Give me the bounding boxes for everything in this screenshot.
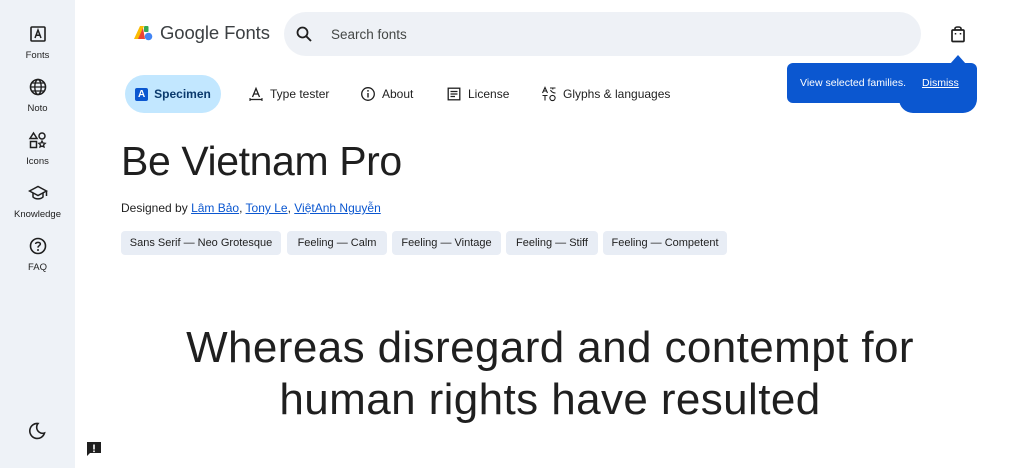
tab-label: Specimen [154,87,211,101]
translate-glyph-icon [541,86,556,102]
designed-by-label: Designed by [121,201,188,215]
nav-item-knowledge[interactable]: Knowledge [0,183,75,220]
tab-glyphs-languages[interactable]: Glyphs & languages [541,75,670,113]
nav-item-faq[interactable]: FAQ [0,236,75,273]
globe-icon [29,78,46,96]
nav-item-fonts[interactable]: Fonts [0,24,75,61]
shopping-bag-icon[interactable] [948,24,968,44]
tab-label: About [382,87,414,101]
font-a-icon: A [135,87,149,101]
feedback-icon[interactable] [85,440,103,458]
tab-specimen[interactable]: A Specimen [125,75,221,113]
tab-about[interactable]: About [360,75,413,113]
toast-message: View selected families. [800,77,907,89]
nav-item-label: Fonts [25,50,50,61]
tag-chip[interactable]: Feeling — Vintage [392,231,501,255]
font-family-title: Be Vietnam Pro [121,138,402,184]
tab-type-tester[interactable]: Type tester [248,75,329,113]
tab-license[interactable]: License [446,75,509,113]
designer-link[interactable]: Lâm Bảo [191,201,239,215]
type-tester-icon [249,86,263,101]
tab-label: Glyphs & languages [563,87,671,101]
dismiss-link[interactable]: Dismiss [922,77,959,89]
search-placeholder: Search fonts [331,26,407,42]
tag-chip[interactable]: Feeling — Calm [287,231,387,255]
tab-label: License [468,87,510,101]
logo-text: Google Fonts [160,22,270,43]
tag-chip[interactable]: Sans Serif — Neo Grotesque [121,231,281,255]
designer-link[interactable]: Tony Le [246,201,288,215]
specimen-preview-text[interactable]: Whereas disregard and contempt for human… [121,322,979,426]
designer-link[interactable]: ViệtAnh Nguyễn [294,201,381,215]
info-icon [361,87,375,101]
shapes-icon [28,131,47,149]
search-icon [296,26,312,42]
google-fonts-logo[interactable]: Google Fonts [132,22,270,44]
dark-mode-icon[interactable] [27,421,47,441]
nav-item-icons[interactable]: Icons [0,130,75,167]
designer-credits: Designed by Lâm Bảo, Tony Le, ViệtAnh Ng… [121,201,381,215]
google-fonts-logo-icon [134,26,153,41]
specimen-line: Whereas disregard and contempt for [186,323,914,372]
nav-item-label: Noto [27,103,48,114]
search-input[interactable]: Search fonts [284,12,921,56]
tag-chip[interactable]: Feeling — Competent [603,231,727,255]
side-nav-rail: Fonts Noto Icons Knowledge FAQ [0,0,75,468]
nav-item-noto[interactable]: Noto [0,77,75,114]
article-icon [447,87,461,101]
specimen-line: human rights have resulted [279,375,821,424]
nav-item-label: Knowledge [13,209,61,220]
selection-toast: View selected families. Dismiss [787,63,977,103]
nav-item-label: Icons [26,156,49,167]
school-icon [27,185,48,200]
tab-label: Type tester [270,87,330,101]
nav-item-label: FAQ [27,262,47,273]
help-icon [29,237,46,255]
tag-chip[interactable]: Feeling — Stiff [506,231,598,255]
font-icon [29,26,46,42]
